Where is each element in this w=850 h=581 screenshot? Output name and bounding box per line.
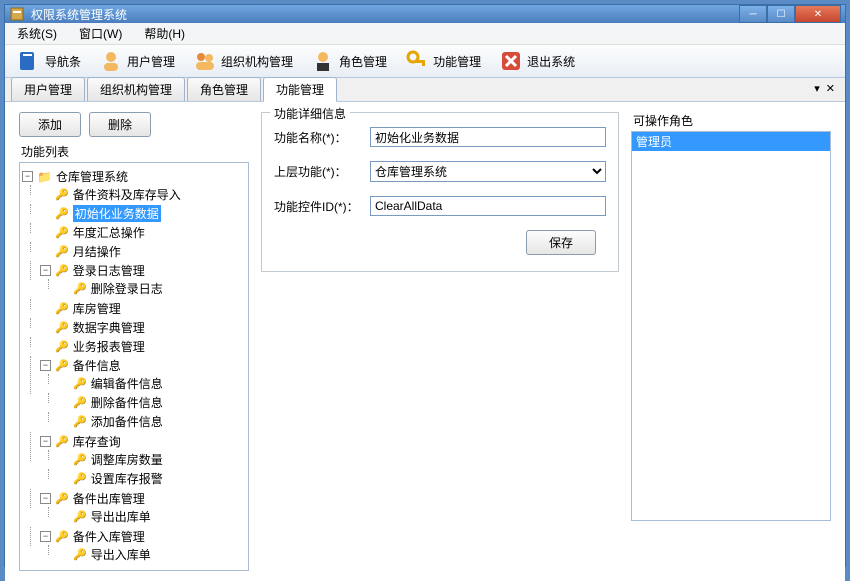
user-icon bbox=[99, 49, 123, 73]
ctlid-input[interactable] bbox=[370, 196, 606, 216]
tree-node[interactable]: −🔑备件入库管理 bbox=[40, 528, 246, 545]
tree-node[interactable]: −🔑登录日志管理 bbox=[40, 262, 246, 279]
name-label: 功能名称(*)： bbox=[274, 129, 370, 146]
tree-node[interactable]: 🔑数据字典管理 bbox=[40, 319, 246, 336]
save-button[interactable]: 保存 bbox=[526, 230, 596, 255]
tree-node[interactable]: 🔑导出入库单 bbox=[58, 546, 246, 563]
menu-help[interactable]: 帮助(H) bbox=[138, 23, 191, 44]
parent-select[interactable]: 仓库管理系统 bbox=[370, 161, 606, 182]
book-icon bbox=[17, 49, 41, 73]
toolbar-exit[interactable]: 退出系统 bbox=[493, 47, 581, 75]
tree-node[interactable]: 🔑删除登录日志 bbox=[58, 280, 246, 297]
menu-window[interactable]: 窗口(W) bbox=[73, 23, 128, 44]
tree-node[interactable]: 🔑调整库房数量 bbox=[58, 451, 246, 468]
tab-org[interactable]: 组织机构管理 bbox=[87, 77, 185, 101]
window-title: 权限系统管理系统 bbox=[31, 6, 739, 23]
roles-list[interactable]: 管理员 bbox=[631, 131, 831, 521]
tree-node[interactable]: −🔑备件信息 bbox=[40, 357, 246, 374]
app-window: 权限系统管理系统 ─ ☐ ✕ 系统(S) 窗口(W) 帮助(H) 导航条 用户管… bbox=[4, 4, 846, 567]
roles-label: 可操作角色 bbox=[631, 112, 831, 129]
menu-system[interactable]: 系统(S) bbox=[11, 23, 63, 44]
ctlid-label: 功能控件ID(*)： bbox=[274, 198, 370, 215]
tab-func[interactable]: 功能管理 bbox=[263, 77, 337, 102]
toolbar-func[interactable]: 功能管理 bbox=[399, 47, 487, 75]
tree-node[interactable]: 🔑编辑备件信息 bbox=[58, 375, 246, 392]
tree-node[interactable]: 🔑删除备件信息 bbox=[58, 394, 246, 411]
tab-role[interactable]: 角色管理 bbox=[187, 77, 261, 101]
maximize-button[interactable]: ☐ bbox=[767, 5, 795, 23]
toolbar-user[interactable]: 用户管理 bbox=[93, 47, 181, 75]
role-icon bbox=[311, 49, 335, 73]
tree-node[interactable]: 🔑库房管理 bbox=[40, 300, 246, 317]
tree-node[interactable]: 🔑设置库存报警 bbox=[58, 470, 246, 487]
tree-node[interactable]: −🔑库存查询 bbox=[40, 433, 246, 450]
delete-button[interactable]: 删除 bbox=[89, 112, 151, 137]
content-area: 添加 删除 功能列表 −📁仓库管理系统 🔑备件资料及库存导入 🔑初始化业务数据 … bbox=[5, 102, 845, 581]
toolbar-org[interactable]: 组织机构管理 bbox=[187, 47, 299, 75]
app-icon bbox=[9, 6, 25, 22]
menubar: 系统(S) 窗口(W) 帮助(H) bbox=[5, 23, 845, 45]
tree-root[interactable]: −📁仓库管理系统 bbox=[22, 168, 246, 185]
name-input[interactable] bbox=[370, 127, 606, 147]
titlebar[interactable]: 权限系统管理系统 ─ ☐ ✕ bbox=[5, 5, 845, 23]
tree-node[interactable]: −🔑备件出库管理 bbox=[40, 490, 246, 507]
minimize-button[interactable]: ─ bbox=[739, 5, 767, 23]
parent-label: 上层功能(*)： bbox=[274, 163, 370, 180]
tree-node[interactable]: 🔑备件资料及库存导入 bbox=[40, 186, 246, 203]
role-item[interactable]: 管理员 bbox=[632, 132, 830, 151]
toolbar-nav[interactable]: 导航条 bbox=[11, 47, 87, 75]
toolbar: 导航条 用户管理 组织机构管理 角色管理 功能管理 退出系统 bbox=[5, 45, 845, 78]
tab-close-icon[interactable]: ✕ bbox=[826, 82, 835, 95]
exit-icon bbox=[499, 49, 523, 73]
function-tree-panel[interactable]: −📁仓库管理系统 🔑备件资料及库存导入 🔑初始化业务数据 🔑年度汇总操作 🔑月结… bbox=[19, 162, 249, 571]
function-list-label: 功能列表 bbox=[19, 143, 249, 160]
detail-fieldset: 功能详细信息 功能名称(*)： 上层功能(*)： 仓库管理系统 功能控件ID(*… bbox=[261, 112, 619, 272]
toolbar-role[interactable]: 角色管理 bbox=[305, 47, 393, 75]
users-icon bbox=[193, 49, 217, 73]
tab-dropdown-icon[interactable]: ▾ bbox=[814, 82, 820, 95]
tree-node-selected[interactable]: 🔑初始化业务数据 bbox=[40, 205, 246, 222]
tree-node[interactable]: 🔑月结操作 bbox=[40, 243, 246, 260]
tabstrip: 用户管理 组织机构管理 角色管理 功能管理 ▾ ✕ bbox=[5, 78, 845, 102]
tab-user[interactable]: 用户管理 bbox=[11, 77, 85, 101]
tree-node[interactable]: 🔑导出出库单 bbox=[58, 508, 246, 525]
close-button[interactable]: ✕ bbox=[795, 5, 841, 23]
key-icon bbox=[405, 49, 429, 73]
tree-node[interactable]: 🔑年度汇总操作 bbox=[40, 224, 246, 241]
detail-legend: 功能详细信息 bbox=[270, 105, 350, 122]
tree-node[interactable]: 🔑业务报表管理 bbox=[40, 338, 246, 355]
tree-node[interactable]: 🔑添加备件信息 bbox=[58, 413, 246, 430]
add-button[interactable]: 添加 bbox=[19, 112, 81, 137]
